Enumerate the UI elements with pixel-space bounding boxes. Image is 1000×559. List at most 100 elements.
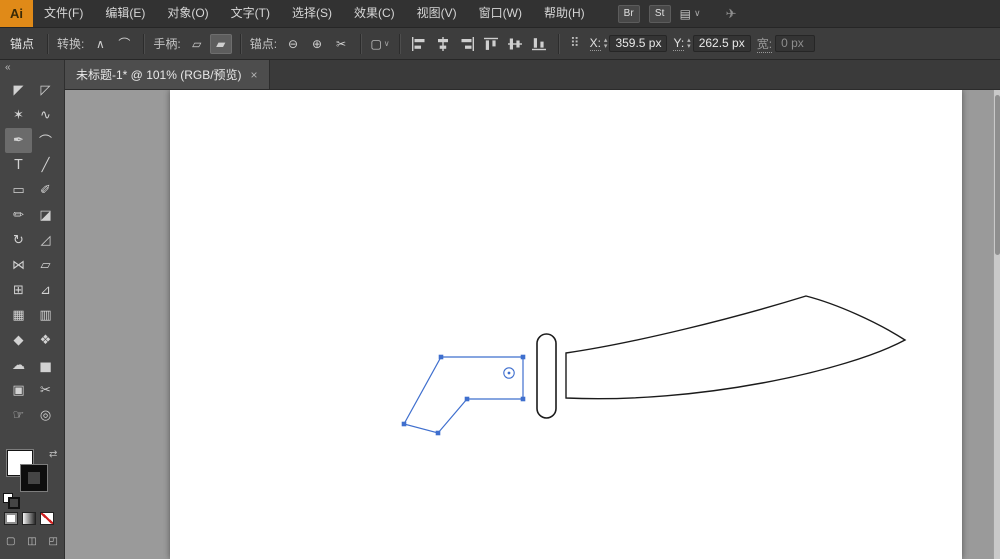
stock-button[interactable]: St xyxy=(649,5,671,23)
y-input[interactable]: 262.5 px xyxy=(693,35,751,52)
color-button[interactable] xyxy=(4,512,18,525)
menu-type[interactable]: 文字(T) xyxy=(220,0,281,27)
eraser-tool[interactable]: ◪ xyxy=(32,203,59,228)
convert-smooth-icon: ⌒ xyxy=(118,35,130,52)
gradient-button[interactable] xyxy=(22,512,36,525)
zoom-tool[interactable]: ◎ xyxy=(32,403,59,428)
perspective-grid-tool[interactable]: ⊿ xyxy=(32,278,59,303)
gradient-tool[interactable]: ▥ xyxy=(32,303,59,328)
hide-handles-button[interactable]: ▱ xyxy=(186,34,208,54)
x-label[interactable]: X: xyxy=(590,36,601,51)
document-tab[interactable]: 未标题-1* @ 101% (RGB/预览) × xyxy=(65,60,270,89)
magic-wand-tool[interactable]: ✶ xyxy=(5,103,32,128)
pencil-tool[interactable]: ✏ xyxy=(5,203,32,228)
hide-handles-icon: ▱ xyxy=(192,37,201,51)
separator xyxy=(143,34,144,54)
free-transform-tool[interactable]: ▱ xyxy=(32,253,59,278)
cut-path-icon: ✂ xyxy=(336,37,346,51)
swap-fill-stroke-icon[interactable]: ⇄ xyxy=(49,449,57,460)
x-input[interactable]: 359.5 px xyxy=(609,35,667,52)
direct-selection-tool[interactable]: ◸ xyxy=(32,78,59,103)
menu-edit[interactable]: 编辑(E) xyxy=(94,0,156,27)
anchor-point[interactable] xyxy=(521,397,526,402)
scale-tool[interactable]: ◿ xyxy=(32,228,59,253)
width-input[interactable]: 0 px xyxy=(775,35,815,52)
symbol-sprayer-tool[interactable]: ☁ xyxy=(5,353,32,378)
show-handles-button[interactable]: ▰ xyxy=(210,34,232,54)
stroke-swatch[interactable] xyxy=(21,465,47,491)
align-center-button[interactable] xyxy=(432,34,454,54)
guard-shape[interactable] xyxy=(537,334,556,418)
anchor-point[interactable] xyxy=(402,422,407,427)
share-icon[interactable]: ✈ xyxy=(726,6,737,22)
y-label[interactable]: Y: xyxy=(673,36,684,51)
lasso-tool[interactable]: ∿ xyxy=(32,103,59,128)
align-middle-button[interactable] xyxy=(504,34,526,54)
stepper-down-icon[interactable]: ▾ xyxy=(687,44,691,50)
convert-corner-button[interactable]: ∧ xyxy=(89,34,111,54)
rectangle-tool[interactable]: ▭ xyxy=(5,178,32,203)
default-fill-stroke-icon[interactable] xyxy=(3,493,19,507)
menu-window[interactable]: 窗口(W) xyxy=(468,0,533,27)
menu-effect[interactable]: 效果(C) xyxy=(343,0,406,27)
menu-select[interactable]: 选择(S) xyxy=(281,0,343,27)
menu-list: 文件(F)编辑(E)对象(O)文字(T)选择(S)效果(C)视图(V)窗口(W)… xyxy=(33,0,596,27)
cut-path-button[interactable]: ✂ xyxy=(330,34,352,54)
reference-point-icon[interactable]: ⠿ xyxy=(570,36,580,51)
bridge-button[interactable]: Br xyxy=(618,5,640,23)
convert-smooth-button[interactable]: ⌒ xyxy=(113,34,135,54)
menu-file[interactable]: 文件(F) xyxy=(33,0,94,27)
isolate-button[interactable]: ▢ ∨ xyxy=(369,34,391,54)
blade-shape[interactable] xyxy=(566,296,905,399)
mesh-tool[interactable]: ▦ xyxy=(5,303,32,328)
pen-tool[interactable]: ✒ xyxy=(5,128,32,153)
eyedropper-tool[interactable]: ◆ xyxy=(5,328,32,353)
artboard-tool[interactable]: ▣ xyxy=(5,378,32,403)
collapse-panel-button[interactable]: « xyxy=(0,60,64,76)
vertical-scrollbar[interactable] xyxy=(993,90,1000,559)
remove-anchor-button[interactable]: ⊖ xyxy=(282,34,304,54)
selected-handle-path[interactable] xyxy=(404,357,523,433)
menu-object[interactable]: 对象(O) xyxy=(156,0,219,27)
menu-help[interactable]: 帮助(H) xyxy=(533,0,596,27)
align-left-button[interactable] xyxy=(408,34,430,54)
selection-tool[interactable]: ◤ xyxy=(5,78,32,103)
rotate-tool[interactable]: ↻ xyxy=(5,228,32,253)
anchor-point[interactable] xyxy=(521,355,526,360)
align-right-button[interactable] xyxy=(456,34,478,54)
shape-builder-tool[interactable]: ⊞ xyxy=(5,278,32,303)
draw-behind-icon[interactable]: ◫ xyxy=(27,536,36,547)
hand-tool[interactable]: ☞ xyxy=(5,403,32,428)
menu-view[interactable]: 视图(V) xyxy=(406,0,468,27)
stepper-down-icon[interactable]: ▾ xyxy=(604,44,608,50)
y-stepper[interactable]: ▴ ▾ xyxy=(687,38,691,50)
curvature-tool[interactable]: ⌒ xyxy=(32,128,59,153)
anchor-hint-dot-icon xyxy=(508,372,511,375)
canvas[interactable] xyxy=(65,90,1000,559)
width-label[interactable]: 宽: xyxy=(757,35,772,53)
separator xyxy=(47,34,48,54)
anchor-point[interactable] xyxy=(436,431,441,436)
width-tool[interactable]: ⋈ xyxy=(5,253,32,278)
align-top-button[interactable] xyxy=(480,34,502,54)
x-stepper[interactable]: ▴ ▾ xyxy=(604,38,608,50)
tab-close-icon[interactable]: × xyxy=(251,68,258,82)
type-tool[interactable]: T xyxy=(5,153,32,178)
line-tool[interactable]: ╱ xyxy=(32,153,59,178)
draw-normal-icon[interactable]: ▢ xyxy=(6,536,15,547)
align-bottom-button[interactable] xyxy=(528,34,550,54)
column-graph-tool[interactable]: ▅ xyxy=(32,353,59,378)
slice-tool[interactable]: ✂ xyxy=(32,378,59,403)
paintbrush-tool[interactable]: ✐ xyxy=(32,178,59,203)
anchor-point[interactable] xyxy=(439,355,444,360)
connect-endpoints-button[interactable]: ⊕ xyxy=(306,34,328,54)
workspace-switcher[interactable]: ▤ ∨ xyxy=(680,7,701,21)
workspace-icon: ▤ xyxy=(680,7,691,21)
screen-mode-icon[interactable]: ◰ xyxy=(49,536,58,547)
color-mode-row xyxy=(4,512,54,525)
none-button[interactable] xyxy=(40,512,54,525)
scrollbar-thumb[interactable] xyxy=(995,95,1000,255)
blend-tool[interactable]: ❖ xyxy=(32,328,59,353)
convert-corner-icon: ∧ xyxy=(96,37,105,51)
anchor-point[interactable] xyxy=(465,397,470,402)
